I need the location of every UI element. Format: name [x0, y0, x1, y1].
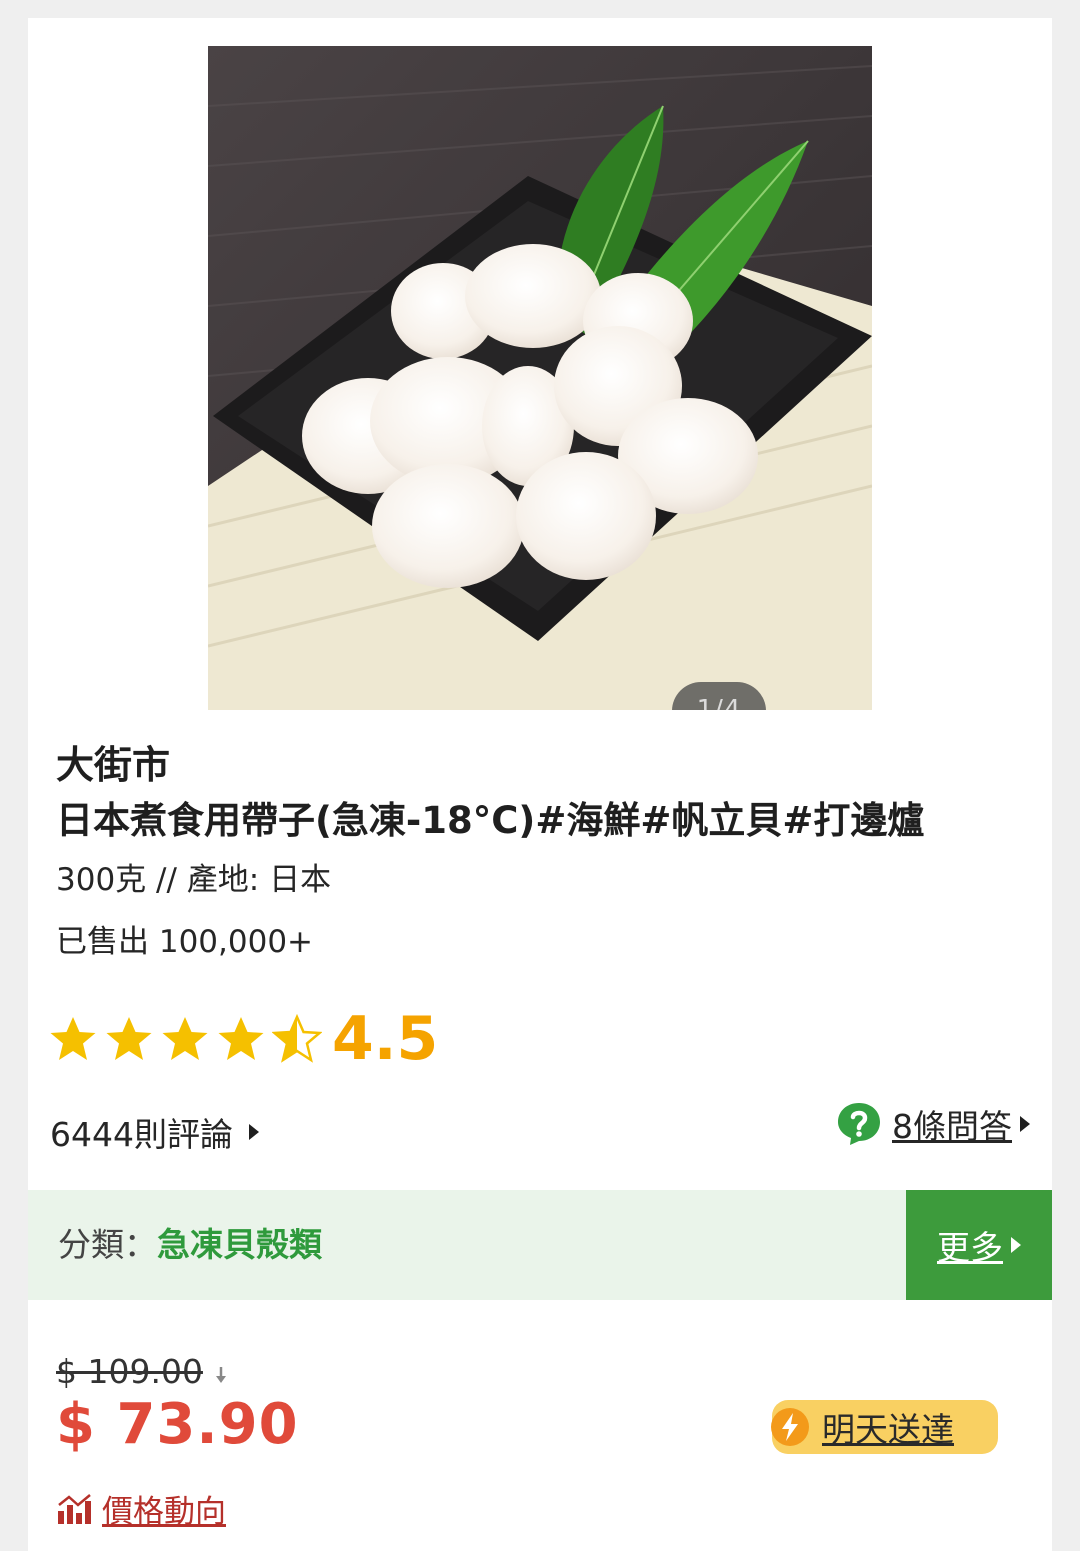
product-spec: 300克 // 產地: 日本	[56, 862, 332, 898]
original-price: $ 109.00	[56, 1352, 203, 1391]
more-label: 更多	[937, 1228, 1003, 1267]
image-page-indicator: 1/4	[672, 682, 766, 710]
scallop-photo-illustration	[208, 46, 872, 710]
price-trend-label: 價格動向	[102, 1494, 226, 1530]
category-bar: 分類：急凍貝殼類 更多	[28, 1190, 1052, 1300]
more-button[interactable]: 更多	[906, 1190, 1052, 1300]
arrow-down-icon	[216, 1367, 226, 1383]
category-text: 分類：急凍貝殼類	[58, 1190, 322, 1300]
sold-count: 已售出 100,000+	[56, 924, 314, 960]
category-prefix: 分類：	[58, 1225, 157, 1264]
delivery-label: 明天送達	[822, 1410, 954, 1449]
star-full-icon	[106, 1017, 152, 1060]
delivery-badge[interactable]: 明天送達	[771, 1400, 998, 1454]
product-image[interactable]: 1/4	[208, 46, 872, 710]
star-full-icon	[218, 1017, 264, 1060]
caret-right-icon	[248, 1124, 259, 1140]
rating-stars: 4.5	[48, 1004, 439, 1074]
caret-right-icon	[1020, 1116, 1030, 1132]
current-price: $ 73.90	[56, 1392, 299, 1457]
product-title: 日本煮食用帶子(急凍-18°C)#海鮮#帆立貝#打邊爐	[56, 799, 925, 842]
star-full-icon	[162, 1017, 208, 1060]
brand-name: 大街市	[56, 743, 171, 787]
reviews-link[interactable]: 6444則評論	[50, 1108, 259, 1156]
bar-chart-trend-icon	[58, 1493, 91, 1524]
caret-right-icon	[1011, 1237, 1021, 1253]
qa-label: 8條問答	[892, 1107, 1012, 1146]
question-bubble-icon	[838, 1103, 880, 1145]
product-card: 1/4 大街市 日本煮食用帶子(急凍-18°C)#海鮮#帆立貝#打邊爐 300克…	[28, 18, 1052, 1551]
star-half-icon	[272, 1014, 322, 1063]
reviews-label: 6444則評論	[50, 1115, 233, 1154]
star-full-icon	[50, 1017, 96, 1060]
lightning-bolt-icon	[771, 1408, 809, 1446]
category-value[interactable]: 急凍貝殼類	[157, 1225, 322, 1264]
qa-link[interactable]: 8條問答	[836, 1100, 1030, 1148]
price-trend-link[interactable]: 價格動向	[56, 1486, 226, 1531]
rating-value: 4.5	[332, 1004, 439, 1074]
